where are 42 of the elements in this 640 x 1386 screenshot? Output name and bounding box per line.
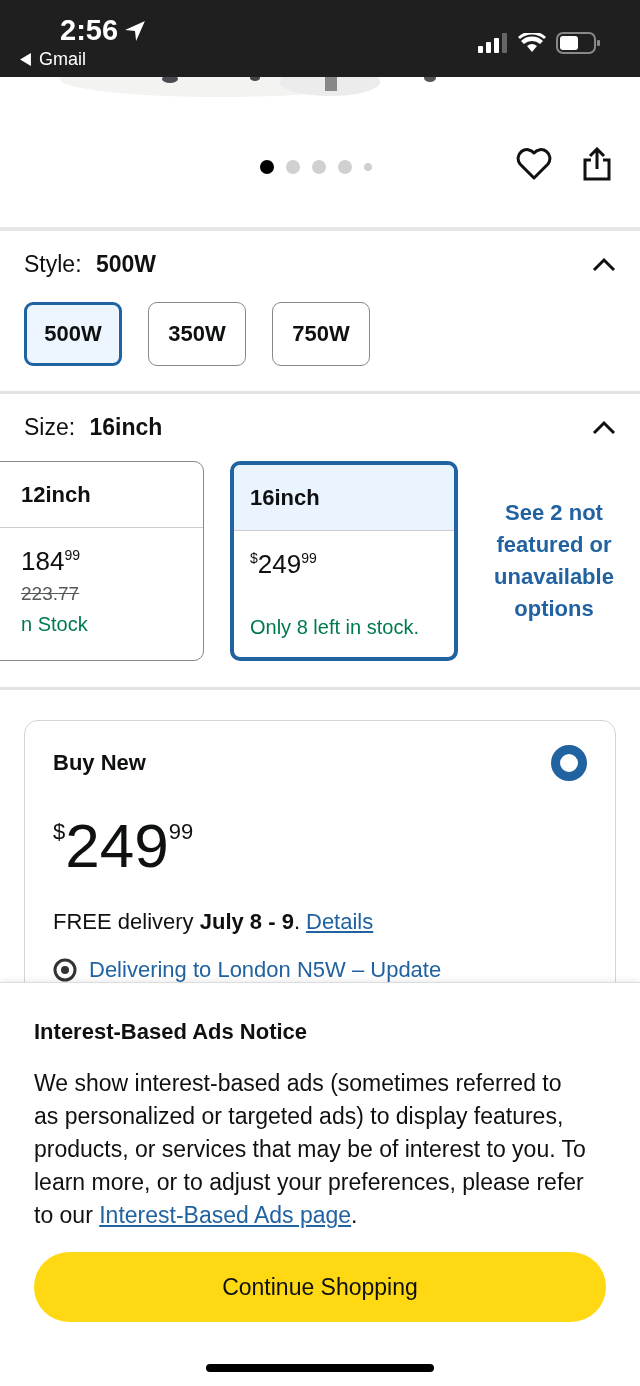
option-price: $^{$}$249$^{99}$ xyxy=(250,549,318,580)
buy-new-title: Buy New xyxy=(53,750,146,776)
style-option[interactable]: 500W xyxy=(24,302,122,366)
share-icon[interactable] xyxy=(582,147,612,181)
size-label: Size: 16inch xyxy=(24,414,163,441)
battery-icon xyxy=(556,32,600,54)
carousel-dot[interactable] xyxy=(312,160,326,174)
carousel-dot[interactable] xyxy=(286,160,300,174)
size-option-card[interactable]: 16inch $^{$}$249$^{99}$ Only 8 left in stock. xyxy=(230,461,458,661)
continue-shopping-button[interactable]: Continue Shopping xyxy=(34,1252,606,1322)
carousel-dot[interactable] xyxy=(338,160,352,174)
chevron-up-icon[interactable] xyxy=(592,256,616,273)
carousel-dot[interactable] xyxy=(364,163,372,171)
wifi-icon xyxy=(518,33,546,53)
style-option[interactable]: 350W xyxy=(148,302,246,366)
location-pin-icon xyxy=(53,958,77,982)
chevron-up-icon[interactable] xyxy=(592,419,616,436)
notice-title: Interest-Based Ads Notice xyxy=(34,1019,309,1045)
heart-icon[interactable] xyxy=(516,148,552,180)
clock-time: 2:56 xyxy=(60,14,119,47)
style-option[interactable]: 750W xyxy=(272,302,370,366)
interest-based-ads-link[interactable]: Interest-Based Ads page xyxy=(99,1202,352,1228)
list-price: 223.77 xyxy=(21,583,81,605)
price: $^{$}$249$^{99}$ xyxy=(53,815,195,877)
option-price: 184$^{99}$ xyxy=(21,546,81,577)
notice-text: We show interest-based ads (sometimes referred to as personalized or targeted ads) to display features, products, or services that may be of interest to you. To learn more, or to adjust your preferences, please refer to our Interest-Based Ads page. xyxy=(34,1069,587,1230)
style-label: Style: 500W xyxy=(24,251,156,278)
delivery-text: FREE delivery July 8 - 9. xyxy=(53,909,300,935)
size-option-label: 16inch xyxy=(250,484,320,511)
location-arrow-icon xyxy=(124,19,147,42)
size-option-card[interactable]: 12inch 184$^{99}$ 223.77 n Stock xyxy=(0,461,204,661)
back-link[interactable]: Gmail xyxy=(20,49,147,70)
see-more-options-link[interactable]: See 2 not featured or unavailable options xyxy=(484,497,624,625)
delivery-location-link[interactable]: Delivering to London N5W – Update xyxy=(89,957,442,983)
availability-text: Only 8 left in stock. xyxy=(250,616,420,639)
details-link[interactable]: Details xyxy=(306,909,374,935)
carousel-dot[interactable] xyxy=(260,160,274,174)
back-triangle-icon xyxy=(20,53,31,66)
signal-icon xyxy=(478,33,508,53)
size-option-label: 12inch xyxy=(21,481,91,508)
radio-button[interactable] xyxy=(551,745,587,781)
availability-text: n Stock xyxy=(21,613,89,636)
